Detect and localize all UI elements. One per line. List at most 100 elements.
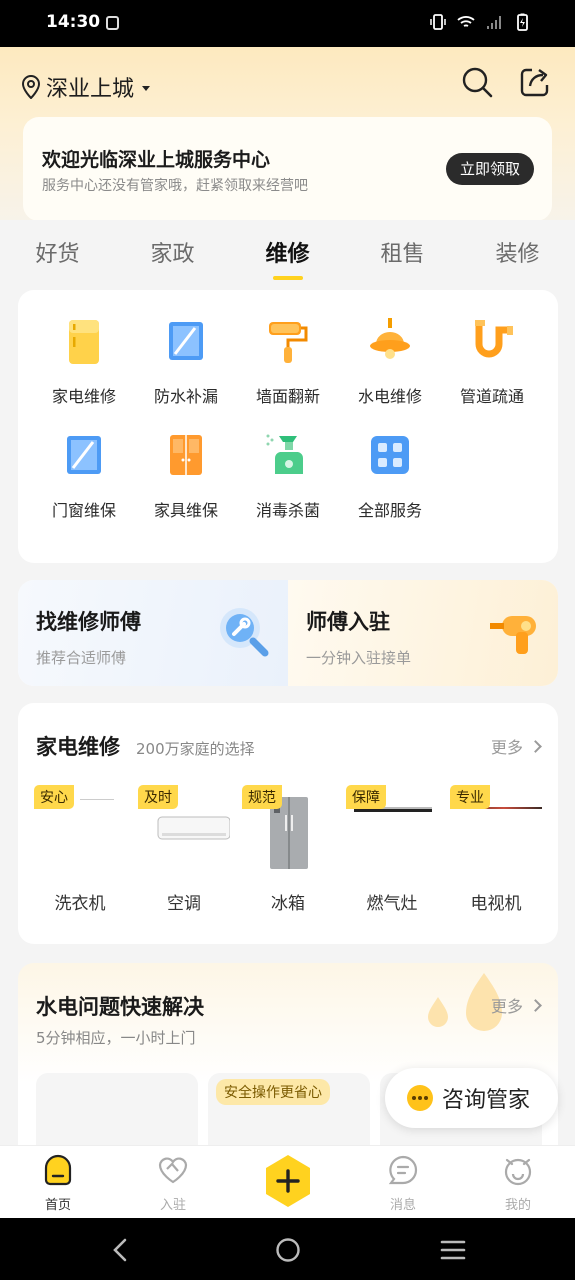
- status-time: 14:30: [46, 12, 101, 32]
- section-subtitle: 5分钟相应，一小时上门: [36, 1029, 196, 1047]
- nav-label: 首页: [44, 1198, 71, 1213]
- find-master-title: 找维修师傅: [36, 610, 141, 634]
- tag-badge: 及时: [138, 785, 178, 809]
- more-link[interactable]: 更多: [490, 734, 542, 758]
- section-title: 水电问题快速解决: [36, 995, 204, 1019]
- more-link[interactable]: 更多: [490, 993, 542, 1017]
- header: 深业上城 欢迎光临深业上城服务中心 服务中心还没有管家哦，赶紧领取来经营吧 立即…: [0, 47, 575, 222]
- notification-icon: [106, 16, 119, 30]
- window-icon: [67, 436, 101, 474]
- chevron-right-icon: [529, 998, 542, 1012]
- location-selector[interactable]: 深业上城: [22, 71, 151, 103]
- chat-bubble-icon: [407, 1085, 433, 1111]
- category-tabs: 好货 家政 维修 租售 装修: [0, 220, 575, 286]
- service-label: 水电维修: [357, 387, 422, 406]
- services-grid: 家电维修 防水补漏 墙面翻新 水电维修 管道疏通 门窗维保 家具维保 消毒杀菌 …: [18, 290, 558, 563]
- cabinet-icon: [170, 435, 202, 475]
- appliance-item-fridge[interactable]: 规范 冰箱: [242, 785, 346, 914]
- service-label: 全部服务: [357, 501, 422, 520]
- nav-mine[interactable]: 我的: [478, 1154, 558, 1213]
- claim-button[interactable]: 立即领取: [445, 153, 534, 185]
- appliance-repair-section: 家电维修 200万家庭的选择 更多 安心 洗衣机 及时 空调 规范 冰箱 保障 …: [18, 703, 558, 944]
- appliance-item-tv[interactable]: 专业 电视机: [450, 785, 554, 914]
- service-label: 家具维保: [153, 501, 218, 520]
- welcome-title: 欢迎光临深业上城服务中心: [42, 149, 271, 171]
- fridge-icon: [69, 320, 99, 364]
- signal-icon: [487, 16, 501, 29]
- status-icons: [429, 13, 531, 31]
- location-pin-icon: [22, 75, 40, 99]
- active-tab-indicator: [272, 276, 303, 280]
- share-icon[interactable]: [518, 65, 552, 99]
- service-appliance-repair[interactable]: 家电维修: [32, 316, 136, 407]
- tab-repair[interactable]: 维修: [230, 220, 345, 286]
- appliance-item-gas-stove[interactable]: 保障 燃气灶: [346, 785, 450, 914]
- tab-housekeeping[interactable]: 家政: [115, 220, 230, 286]
- vibrate-icon: [430, 14, 446, 30]
- pipe-icon: [475, 320, 513, 358]
- tag-badge: 安心: [34, 785, 74, 809]
- tab-rent-sale[interactable]: 租售: [345, 220, 460, 286]
- service-door-window[interactable]: 门窗维保: [32, 430, 136, 521]
- tab-goods[interactable]: 好货: [0, 220, 115, 286]
- nav-home[interactable]: 首页: [18, 1154, 98, 1213]
- wifi-icon: [457, 16, 475, 27]
- status-bar: 14:30: [0, 0, 575, 47]
- tag-badge: 专业: [450, 785, 490, 809]
- consult-butler-button[interactable]: 咨询管家: [385, 1068, 558, 1128]
- join-master-subtitle: 一分钟入驻接单: [306, 649, 412, 667]
- water-electric-section: 水电问题快速解决 5分钟相应，一小时上门 更多 安全操作更省心: [18, 963, 558, 1163]
- magnifier-wrench-icon: [220, 608, 269, 657]
- consult-label: 咨询管家: [442, 1088, 531, 1113]
- appliance-item-ac[interactable]: 及时 空调: [138, 785, 242, 914]
- appliance-item-washer[interactable]: 安心 洗衣机: [34, 785, 138, 914]
- welcome-subtitle: 服务中心还没有管家哦，赶紧领取来经营吧: [42, 178, 308, 194]
- location-name: 深业上城: [46, 77, 135, 102]
- nav-label: 消息: [389, 1198, 416, 1213]
- service-pipe-dredging[interactable]: 管道疏通: [440, 316, 544, 407]
- grid-icon: [371, 436, 409, 474]
- service-label: 防水补漏: [153, 387, 218, 406]
- nav-join[interactable]: 入驻: [133, 1154, 213, 1213]
- tag-badge: 规范: [242, 785, 282, 809]
- service-label: 管道疏通: [459, 387, 524, 406]
- service-disinfection[interactable]: 消毒杀菌: [236, 430, 340, 521]
- service-all[interactable]: 全部服务: [338, 430, 442, 521]
- service-label: 消毒杀菌: [255, 501, 320, 520]
- more-label: 更多: [490, 738, 523, 757]
- join-master-title: 师傅入驻: [306, 610, 390, 634]
- service-plumbing-electrical[interactable]: 水电维修: [338, 316, 442, 407]
- nav-label: 入驻: [159, 1198, 186, 1213]
- menu-icon[interactable]: [440, 1237, 466, 1263]
- appliance-name: 冰箱: [271, 894, 305, 914]
- heart-handshake-icon: [158, 1157, 188, 1184]
- appliance-name: 空调: [167, 894, 201, 914]
- message-icon: [388, 1155, 418, 1185]
- tab-decoration[interactable]: 装修: [460, 220, 575, 286]
- add-button[interactable]: [262, 1153, 314, 1209]
- search-icon[interactable]: [460, 65, 494, 99]
- spray-icon: [266, 434, 304, 474]
- back-icon[interactable]: [108, 1237, 134, 1263]
- tag-badge: 保障: [346, 785, 386, 809]
- service-waterproof[interactable]: 防水补漏: [134, 316, 238, 407]
- promo-card: 找维修师傅 推荐合适师傅 师傅入驻 一分钟入驻接单: [18, 580, 558, 686]
- tab-repair-label: 维修: [265, 242, 310, 267]
- nav-label: 我的: [504, 1198, 531, 1213]
- more-label: 更多: [490, 997, 523, 1016]
- service-label: 墙面翻新: [255, 387, 320, 406]
- service-wall-renovation[interactable]: 墙面翻新: [236, 316, 340, 407]
- join-master-card[interactable]: 师傅入驻 一分钟入驻接单: [288, 580, 558, 686]
- paint-roller-icon: [269, 322, 308, 363]
- service-furniture[interactable]: 家具维保: [134, 430, 238, 521]
- system-nav-bar: [0, 1218, 575, 1280]
- nav-messages[interactable]: 消息: [363, 1154, 443, 1213]
- find-master-card[interactable]: 找维修师傅 推荐合适师傅: [18, 580, 288, 686]
- appliance-name: 燃气灶: [366, 894, 418, 914]
- home-circle-icon[interactable]: [275, 1237, 301, 1263]
- welcome-banner: 欢迎光临深业上城服务中心 服务中心还没有管家哦，赶紧领取来经营吧 立即领取: [23, 117, 552, 221]
- appliance-name: 电视机: [470, 894, 522, 914]
- lamp-icon: [370, 318, 410, 359]
- profile-icon: [504, 1158, 532, 1186]
- caret-down-icon: [142, 85, 151, 91]
